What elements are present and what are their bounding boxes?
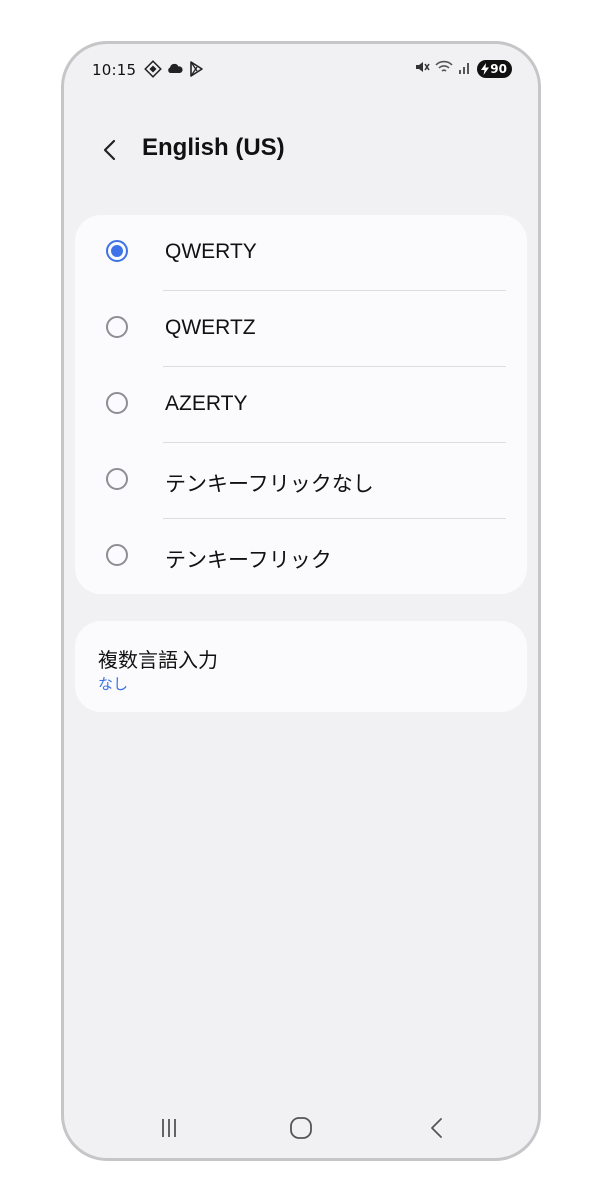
signal-icon	[458, 59, 472, 79]
layout-option-label: AZERTY	[165, 392, 248, 415]
home-button[interactable]	[281, 1110, 321, 1146]
layout-option-label: QWERTY	[165, 240, 257, 263]
layout-option-azerty[interactable]: AZERTY	[75, 367, 527, 443]
back-icon	[431, 1118, 442, 1138]
multi-language-input-value: なし	[98, 675, 129, 693]
cloud-icon	[166, 61, 184, 81]
radio-button[interactable]	[106, 392, 128, 414]
radio-button[interactable]	[106, 544, 128, 566]
nav-back-button[interactable]	[417, 1110, 457, 1146]
page-title: English (US)	[142, 134, 285, 161]
battery-charging-icon: 90	[477, 60, 512, 78]
mute-icon	[414, 59, 430, 79]
multi-language-input-item[interactable]: 複数言語入力 なし	[75, 621, 527, 712]
keyboard-layout-card: QWERTY QWERTZ AZERTY テンキーフリックなし テンキーフリック	[75, 215, 527, 594]
home-icon	[290, 1117, 312, 1139]
layout-option-label: テンキーフリックなし	[165, 473, 374, 496]
vpn-key-icon	[144, 60, 162, 82]
navigation-bar	[64, 1104, 538, 1154]
radio-button[interactable]	[106, 468, 128, 490]
status-left-icons	[144, 60, 204, 82]
radio-button-selected[interactable]	[106, 240, 128, 262]
layout-option-tenkey-no-flick[interactable]: テンキーフリックなし	[75, 443, 527, 519]
status-bar: 10:15 90	[64, 44, 538, 98]
layout-option-qwerty[interactable]: QWERTY	[75, 215, 527, 291]
status-right-icons: 90	[414, 59, 512, 79]
wifi-icon	[435, 59, 453, 79]
header: English (US)	[64, 118, 538, 182]
phone-screen: 10:15 90 English (US) QWERTY QWERTZ AZER…	[61, 41, 541, 1161]
layout-option-tenkey-flick[interactable]: テンキーフリック	[75, 519, 527, 595]
multi-language-input-title: 複数言語入力	[98, 648, 218, 672]
status-time: 10:15	[92, 61, 137, 79]
back-button[interactable]	[92, 132, 128, 168]
recent-apps-button[interactable]	[149, 1110, 189, 1146]
recent-apps-icon	[162, 1119, 176, 1137]
play-store-icon	[188, 60, 204, 82]
chevron-left-icon	[103, 139, 116, 161]
layout-option-label: テンキーフリック	[165, 549, 332, 572]
battery-level: 90	[490, 62, 507, 76]
layout-option-qwertz[interactable]: QWERTZ	[75, 291, 527, 367]
radio-button[interactable]	[106, 316, 128, 338]
layout-option-label: QWERTZ	[165, 316, 256, 339]
